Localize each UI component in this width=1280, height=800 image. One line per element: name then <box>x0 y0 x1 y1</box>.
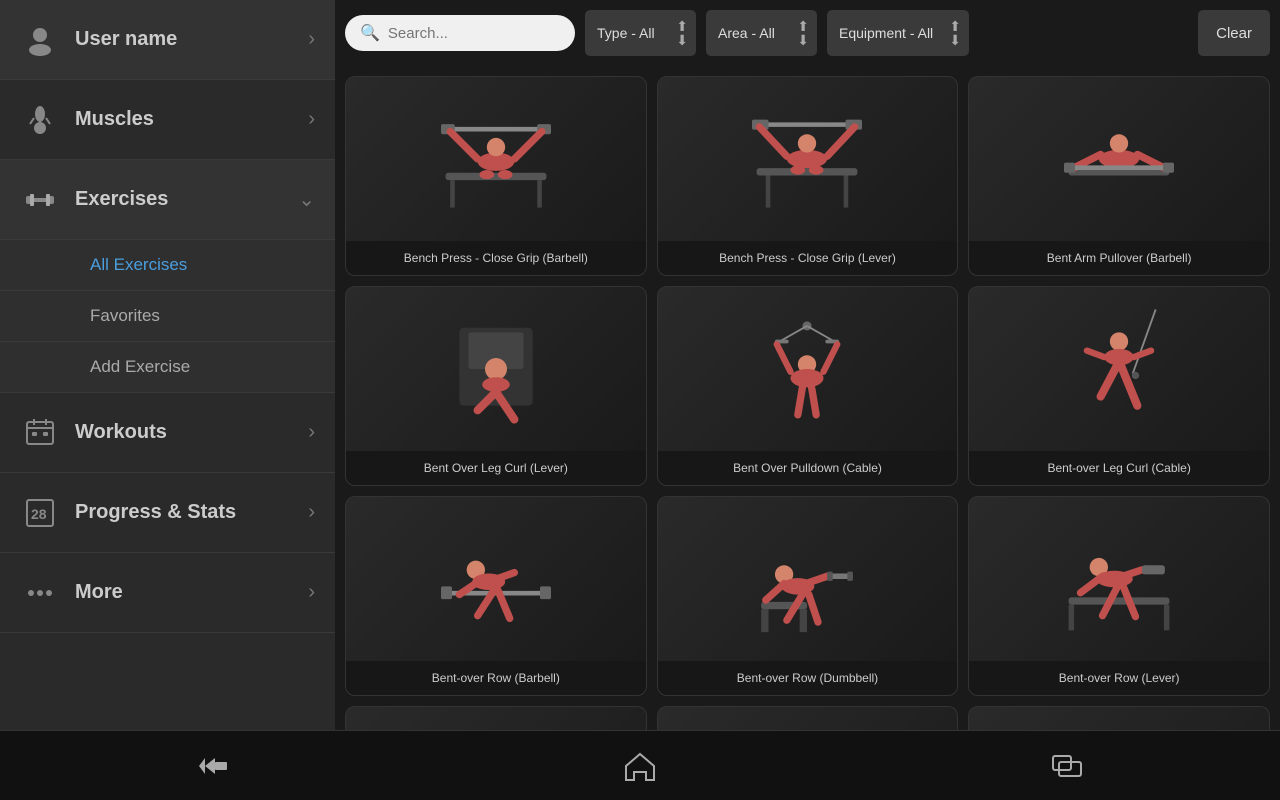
progress-label: Progress & Stats <box>75 501 308 524</box>
exercise-image <box>969 497 1269 661</box>
exercise-card[interactable]: Bench Press - Close Grip (Lever) <box>657 76 959 276</box>
area-filter[interactable]: Area - All Chest Back Legs Arms Shoulder… <box>706 10 817 56</box>
exercise-image <box>658 287 958 451</box>
workouts-icon <box>20 413 60 453</box>
exercise-image <box>346 287 646 451</box>
progress-icon: 28 <box>20 493 60 533</box>
progress-arrow-icon: › <box>308 501 315 524</box>
sidebar: User name › Muscles › <box>0 0 335 730</box>
exercise-card[interactable]: Bent-over Leg Curl (Cable) <box>968 286 1270 486</box>
search-container: 🔍 <box>345 15 575 51</box>
sidebar-item-progress[interactable]: 28 Progress & Stats › <box>0 473 335 553</box>
exercises-arrow-icon: ⌄ <box>298 187 315 212</box>
area-filter-wrapper: Area - All Chest Back Legs Arms Shoulder… <box>706 10 817 56</box>
exercise-card[interactable]: Bent Over Pulldown (Cable) <box>657 286 959 486</box>
workouts-arrow-icon: › <box>308 421 315 444</box>
favorites-label: Favorites <box>90 306 160 325</box>
back-button[interactable] <box>173 741 253 791</box>
exercise-image <box>346 707 646 730</box>
equipment-filter-wrapper: Equipment - All Barbell Dumbbell Cable M… <box>827 10 969 56</box>
sidebar-item-exercises[interactable]: Exercises ⌄ <box>0 160 335 240</box>
svg-text:28: 28 <box>31 506 47 522</box>
sidebar-item-workouts[interactable]: Workouts › <box>0 393 335 473</box>
sidebar-item-user[interactable]: User name › <box>0 0 335 80</box>
exercise-image <box>969 77 1269 241</box>
more-icon <box>20 573 60 613</box>
exercise-name: Bent-over Row (Dumbbell) <box>737 671 878 685</box>
exercise-card[interactable] <box>657 706 959 730</box>
bottom-navigation <box>0 730 1280 800</box>
exercise-name: Bent Over Leg Curl (Lever) <box>424 461 568 475</box>
exercises-icon <box>20 180 60 220</box>
exercise-label-bar: Bent Arm Pullover (Barbell) <box>969 241 1269 275</box>
muscles-arrow-icon: › <box>308 108 315 131</box>
exercise-label-bar: Bent Over Leg Curl (Lever) <box>346 451 646 485</box>
sidebar-item-more[interactable]: More › <box>0 553 335 633</box>
exercise-image <box>969 707 1269 730</box>
exercise-label-bar: Bench Press - Close Grip (Lever) <box>658 241 958 275</box>
exercise-label-bar: Bench Press - Close Grip (Barbell) <box>346 241 646 275</box>
equipment-filter[interactable]: Equipment - All Barbell Dumbbell Cable M… <box>827 10 969 56</box>
exercise-card[interactable]: Bench Press - Close Grip (Barbell) <box>345 76 647 276</box>
exercise-name: Bench Press - Close Grip (Lever) <box>719 251 896 265</box>
exercise-name: Bent-over Leg Curl (Cable) <box>1047 461 1190 475</box>
type-filter-wrapper: Type - All Strength Cardio Stretching ⬆⬇ <box>585 10 696 56</box>
exercise-card[interactable] <box>345 706 647 730</box>
add-exercise-label: Add Exercise <box>90 357 190 376</box>
toolbar: 🔍 Type - All Strength Cardio Stretching … <box>335 0 1280 66</box>
submenu-all-exercises[interactable]: All Exercises <box>0 240 335 291</box>
exercise-label-bar: Bent-over Row (Barbell) <box>346 661 646 695</box>
clear-button[interactable]: Clear <box>1198 10 1270 56</box>
exercise-image <box>346 497 646 661</box>
exercise-name: Bent Arm Pullover (Barbell) <box>1047 251 1192 265</box>
search-icon: 🔍 <box>360 23 380 43</box>
exercise-card[interactable]: Bent Arm Pullover (Barbell) <box>968 76 1270 276</box>
home-button[interactable] <box>600 741 680 791</box>
submenu-add-exercise[interactable]: Add Exercise <box>0 342 335 393</box>
all-exercises-label: All Exercises <box>90 255 187 274</box>
exercise-card[interactable] <box>968 706 1270 730</box>
sidebar-item-muscles[interactable]: Muscles › <box>0 80 335 160</box>
exercise-image <box>658 497 958 661</box>
submenu-favorites[interactable]: Favorites <box>0 291 335 342</box>
exercise-label-bar: Bent-over Row (Lever) <box>969 661 1269 695</box>
exercise-image <box>658 707 958 730</box>
exercise-name: Bent Over Pulldown (Cable) <box>733 461 882 475</box>
recent-apps-button[interactable] <box>1027 741 1107 791</box>
exercise-name: Bent-over Row (Barbell) <box>432 671 560 685</box>
exercise-label-bar: Bent-over Leg Curl (Cable) <box>969 451 1269 485</box>
main-content: 🔍 Type - All Strength Cardio Stretching … <box>335 0 1280 730</box>
user-icon <box>20 20 60 60</box>
user-label: User name <box>75 28 308 51</box>
exercise-label-bar: Bent-over Row (Dumbbell) <box>658 661 958 695</box>
muscles-icon <box>20 100 60 140</box>
muscles-label: Muscles <box>75 108 308 131</box>
exercise-name: Bent-over Row (Lever) <box>1059 671 1180 685</box>
exercise-label-bar: Bent Over Pulldown (Cable) <box>658 451 958 485</box>
exercise-card[interactable]: Bent Over Leg Curl (Lever) <box>345 286 647 486</box>
exercise-image <box>969 287 1269 451</box>
exercises-label: Exercises <box>75 188 298 211</box>
exercise-card[interactable]: Bent-over Row (Barbell) <box>345 496 647 696</box>
more-arrow-icon: › <box>308 581 315 604</box>
search-input[interactable] <box>388 25 548 42</box>
workouts-label: Workouts <box>75 421 308 444</box>
exercises-submenu: All Exercises Favorites Add Exercise <box>0 240 335 393</box>
type-filter[interactable]: Type - All Strength Cardio Stretching <box>585 10 696 56</box>
exercise-card[interactable]: Bent-over Row (Lever) <box>968 496 1270 696</box>
user-arrow-icon: › <box>308 28 315 51</box>
exercise-card[interactable]: Bent-over Row (Dumbbell) <box>657 496 959 696</box>
exercise-image <box>346 77 646 241</box>
more-label: More <box>75 581 308 604</box>
exercise-grid: Bench Press - Close Grip (Barbell) <box>335 66 1280 730</box>
exercise-name: Bench Press - Close Grip (Barbell) <box>404 251 588 265</box>
exercise-image <box>658 77 958 241</box>
